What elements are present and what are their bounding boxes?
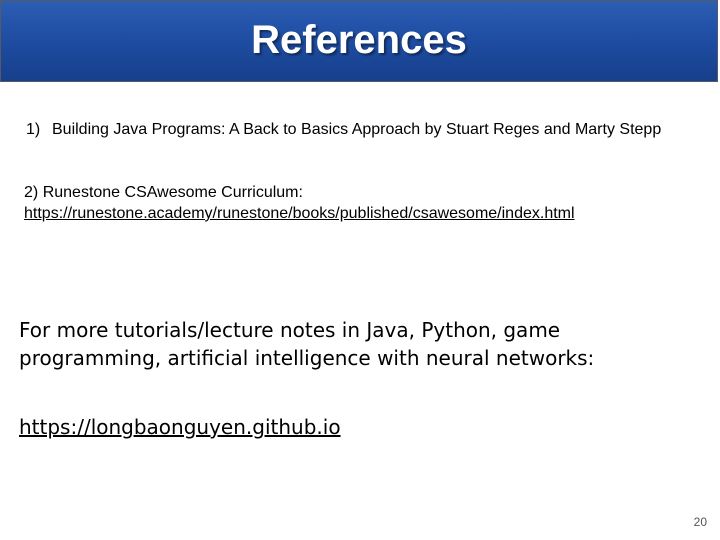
reference-item-1: 1) Building Java Programs: A Back to Bas… [26, 119, 666, 140]
reference-text: Building Java Programs: A Back to Basics… [52, 121, 662, 138]
runestone-link[interactable]: https://runestone.academy/runestone/book… [24, 205, 575, 222]
more-tutorials-text: For more tutorials/lecture notes in Java… [19, 318, 595, 370]
reference-text: Runestone CSAwesome Curriculum: [42, 184, 303, 201]
page-number: 20 [693, 515, 707, 529]
reference-number: 1) [26, 121, 41, 138]
website-link[interactable]: https://longbaonguyen.github.io [19, 413, 341, 441]
reference-item-2: 2) Runestone CSAwesome Curriculum: https… [24, 182, 704, 224]
reference-number: 2) [24, 184, 39, 201]
slide-title: References [251, 18, 467, 62]
